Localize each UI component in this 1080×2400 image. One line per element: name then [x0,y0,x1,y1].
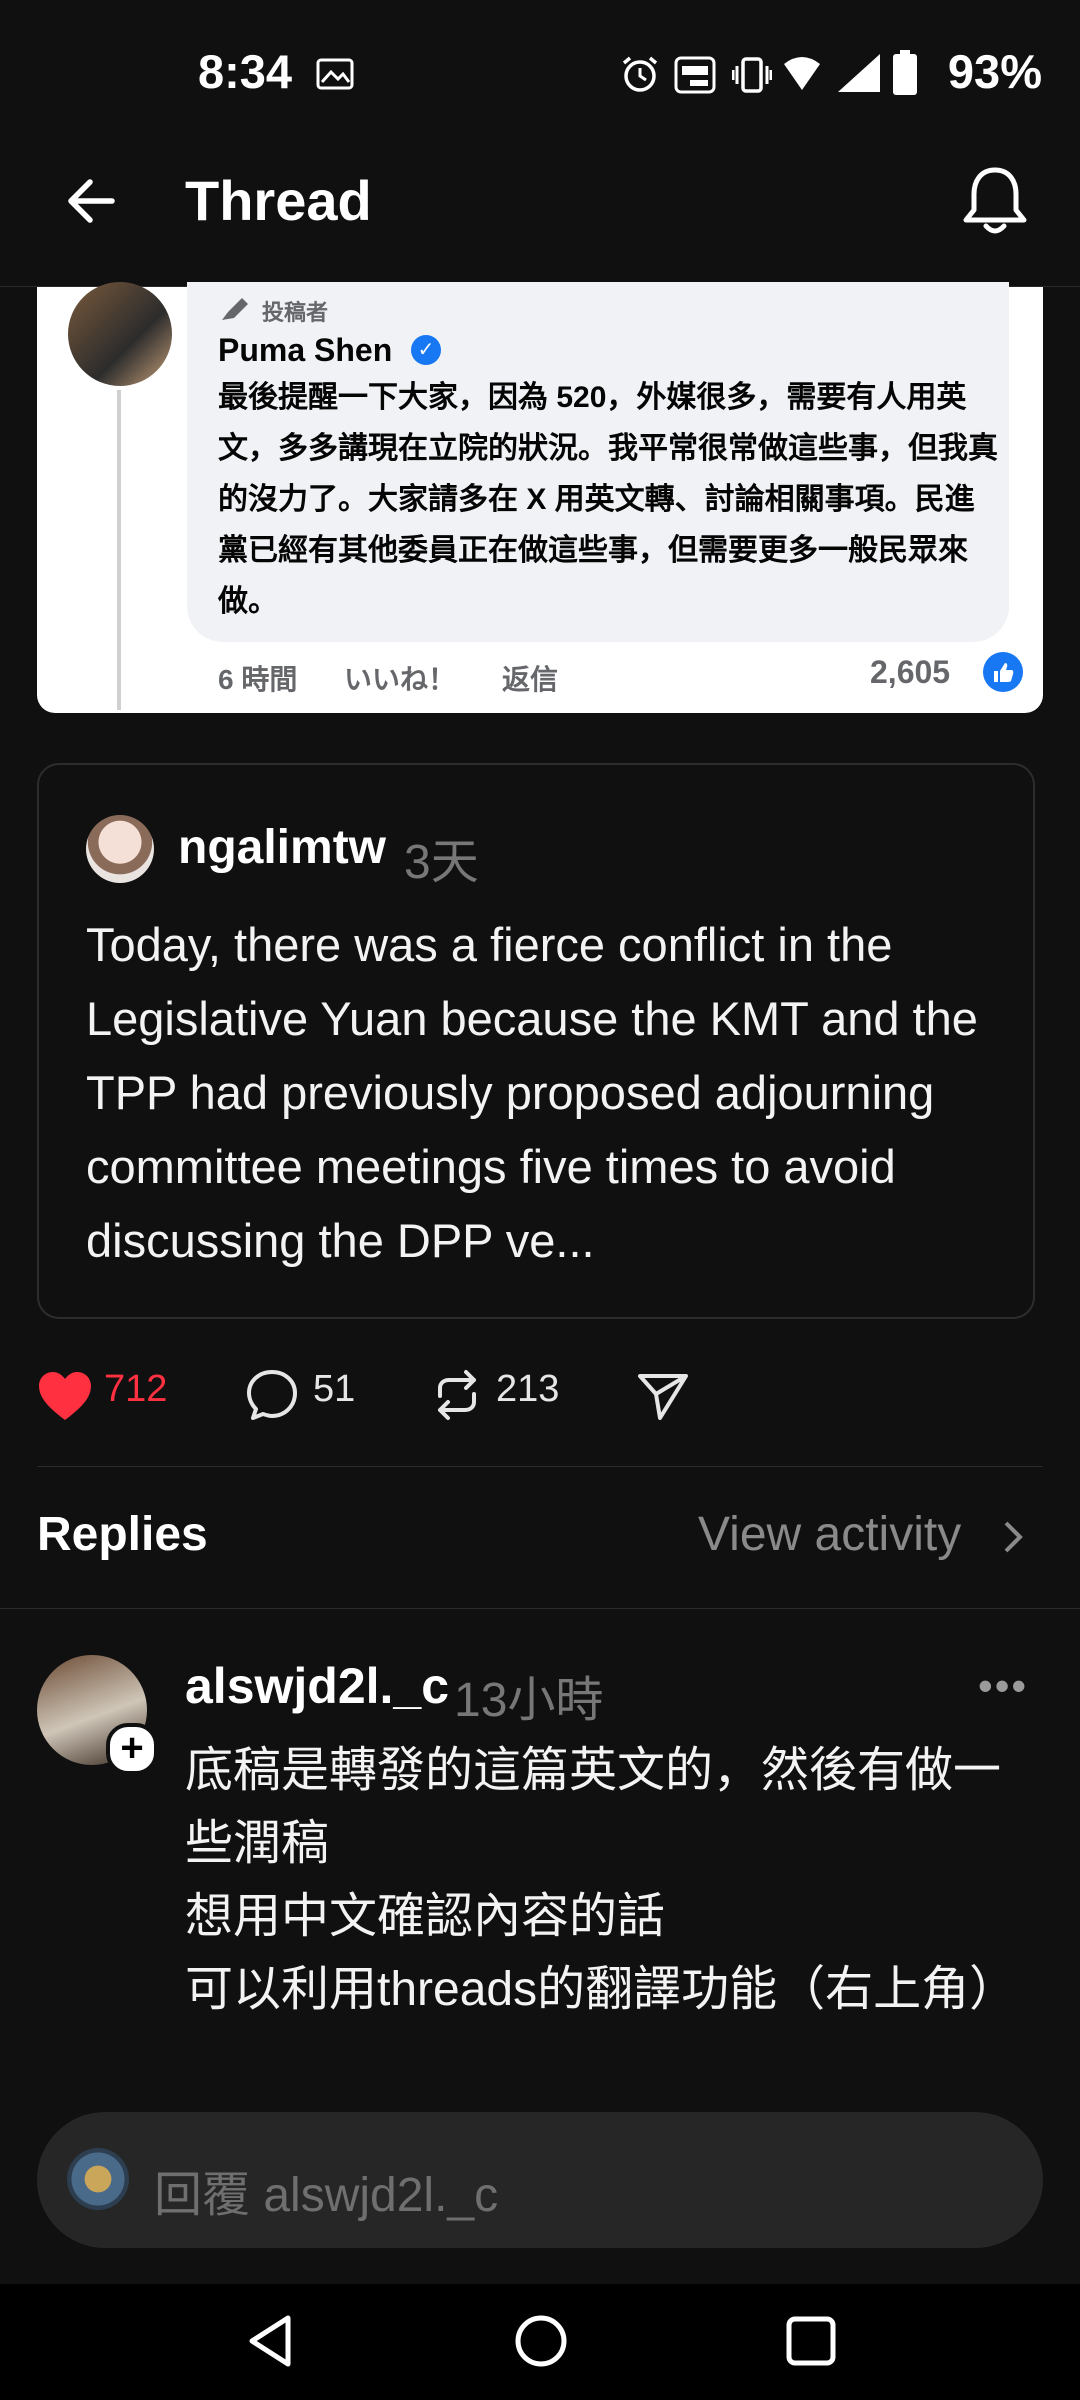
reply-input-placeholder[interactable]: 回覆 alswjd2l._c [154,2155,498,2225]
avatar [67,2148,129,2210]
app-bar [0,140,1080,287]
auto-hz-icon [674,56,716,94]
poster-tag: 投稿者 [262,300,329,325]
like-link: いいね！ [344,664,457,695]
comment-count: 51 [313,1368,356,1410]
post-time: 6 時間 [218,664,298,695]
reaction-count: 2,605 [870,654,951,690]
battery-icon [893,50,917,95]
arrow-left-icon[interactable] [62,172,120,230]
reply-line: 底稿是轉發的這篇英文的，然後有做一些潤稿 [185,1744,1002,1870]
replies-heading: Replies [37,1508,208,1561]
battery-percent: 93% [947,45,1042,98]
like-count: 712 [104,1368,168,1410]
quoted-post-text: Today, there was a fierce conflict in th… [86,918,978,1267]
wifi-icon [784,57,820,90]
embedded-post-text: 最後提醒一下大家，因為 520，外媒很多，需要有人用英文，多多講現在立院的狀況。… [218,381,998,618]
home-circle-icon[interactable] [512,2312,570,2370]
chevron-right-icon [1004,1521,1023,1553]
back-triangle-icon[interactable] [244,2312,296,2370]
reply-age: 13小時 [454,1674,604,1727]
reply-line: 可以利用threads的翻譯功能（右上角） [185,1963,1018,2016]
more-options-icon[interactable]: ••• [978,1662,1028,1710]
vibrate-icon [732,57,772,93]
quoted-username[interactable]: ngalimtw [178,820,386,875]
reply-line: 想用中文確認內容的話 [185,1890,666,1943]
repost-icon[interactable] [430,1368,484,1422]
image-icon [316,58,354,90]
bell-icon[interactable] [960,164,1030,240]
avatar [86,815,154,883]
status-bar [0,0,1080,140]
divider [0,1608,1080,1609]
alarm-icon [622,56,658,92]
verified-badge-icon: ✓ [411,335,441,365]
avatar [68,282,172,386]
status-time: 8:34 [198,45,293,98]
quoted-post-age: 3天 [404,836,479,889]
reply-text: 底稿是轉發的這篇英文的，然後有做一些潤稿 想用中文確認內容的話 可以利用thre… [185,1734,1045,2070]
author-name: Puma Shen [218,332,393,368]
heart-icon[interactable] [37,1370,93,1422]
page-title: Thread [185,169,372,232]
divider [37,1466,1043,1467]
pen-icon [222,298,248,320]
recents-square-icon[interactable] [784,2314,838,2368]
view-activity-link[interactable]: View activity [698,1507,961,1562]
follow-plus-icon[interactable]: + [106,1723,158,1775]
reply-username[interactable]: alswjd2l._c [185,1657,449,1715]
signal-icon [838,54,880,92]
send-icon[interactable] [636,1370,690,1422]
view-activity-label: View activity [698,1508,962,1561]
thumbs-up-icon [983,652,1023,692]
thread-line [117,390,121,710]
comment-icon[interactable] [245,1368,299,1422]
reply-link: 返信 [502,664,559,695]
repost-count: 213 [496,1368,560,1410]
